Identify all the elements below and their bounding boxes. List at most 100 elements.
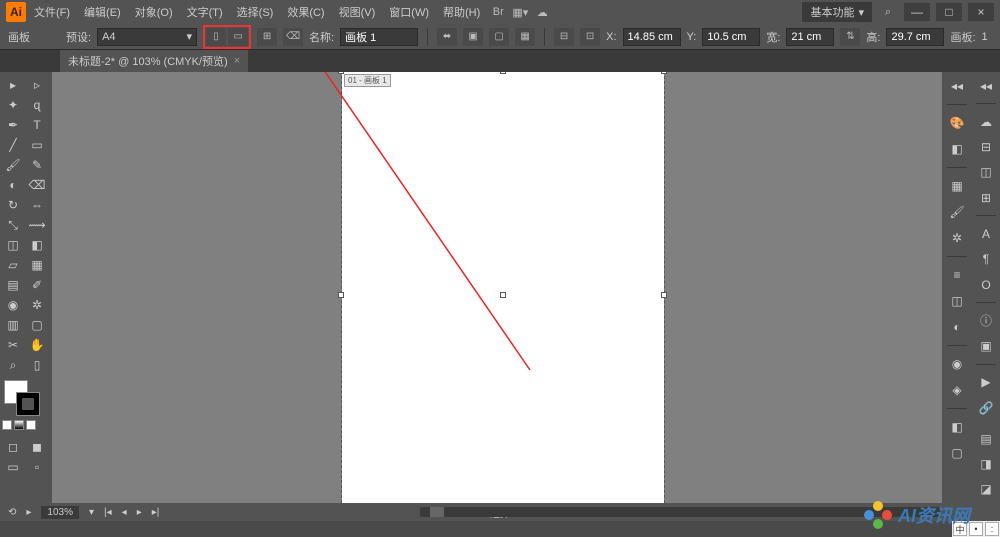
status-nav-icon[interactable]: ▸ [26,507,31,518]
paragraph-panel-icon[interactable]: ¶ [975,250,997,269]
align-icon-1[interactable]: ▣ [463,28,483,46]
gradient-tool-icon[interactable]: ▤ [2,276,24,294]
pathfinder-panel-icon[interactable]: ◫ [975,163,997,182]
symbol-sprayer-tool-icon[interactable]: ✲ [26,296,48,314]
artboard-nav-prev-icon[interactable]: ◂ [122,507,127,518]
ime-width-button[interactable]: : [985,522,999,536]
fill-stroke-swatch[interactable] [2,380,50,416]
print-tiling-tool-icon[interactable]: ▯ [26,356,48,374]
links-panel-icon[interactable]: 🔗 [975,398,997,417]
workspace-switcher[interactable]: 基本功能 ▾ [802,2,872,22]
stroke-panel-icon[interactable]: ≡ [946,265,968,285]
symbols-panel-icon[interactable]: ✲ [946,228,968,248]
expand-dock-icon[interactable]: ◂◂ [975,76,997,95]
layers-panel-icon[interactable]: ◧ [946,417,968,437]
reflect-tool-icon[interactable]: ⇔ [26,196,48,214]
height-input[interactable]: 29.7 cm [886,28,944,46]
brushes-panel-icon[interactable]: 🖌 [946,202,968,222]
menu-text[interactable]: 文字(T) [181,1,229,23]
ime-punct-button[interactable]: • [969,522,983,536]
artboard[interactable] [342,72,664,503]
stroke-swatch[interactable] [16,392,40,416]
horizontal-scrollbar[interactable] [420,507,940,517]
color-panel-icon[interactable]: 🎨 [946,113,968,133]
color-guide-panel-icon[interactable]: ◧ [946,139,968,159]
scrollbar-thumb[interactable] [430,507,444,517]
pencil-tool-icon[interactable]: ✎ [26,156,48,174]
gradient-mode-icon[interactable] [14,420,24,430]
shape-builder-tool-icon[interactable]: ◧ [26,236,48,254]
zoom-dropdown-icon[interactable]: ▾ [89,507,94,518]
transparency-panel-icon[interactable]: ◐ [946,317,968,337]
free-transform-tool-icon[interactable]: ◫ [2,236,24,254]
actions-panel-icon[interactable]: ▶ [975,373,997,392]
appearance-panel-icon[interactable]: ◉ [946,354,968,374]
selection-handle[interactable] [500,72,506,74]
opentype-panel-icon[interactable]: O [975,275,997,294]
width-input[interactable]: 21 cm [786,28,834,46]
delete-artboard-icon[interactable]: ⌫ [283,28,303,46]
artboard-nav-first-icon[interactable]: |◂ [104,507,112,518]
selection-handle[interactable] [661,292,667,298]
direct-selection-tool-icon[interactable]: ▹ [26,76,48,94]
align-icon-2[interactable]: ▢ [489,28,509,46]
artboard-name-input[interactable]: 画板 1 [340,28,418,46]
blob-brush-tool-icon[interactable]: ◐ [2,176,24,194]
bridge-icon[interactable]: Br [488,3,508,21]
menu-window[interactable]: 窗口(W) [383,1,435,23]
canvas-area[interactable]: 01 - 画板 1 [52,72,942,503]
orientation-portrait-icon[interactable]: ▯ [206,28,226,46]
reference-point-icon[interactable]: ⊡ [580,28,600,46]
color-mode-icon[interactable] [2,420,12,430]
width-tool-icon[interactable]: ⟿ [26,216,48,234]
libraries-panel-icon[interactable]: ☁ [975,112,997,131]
menu-effect[interactable]: 效果(C) [281,1,330,23]
expand-dock-icon[interactable]: ◂◂ [946,76,968,96]
tab-close-icon[interactable]: × [234,55,240,67]
draw-mode-normal-icon[interactable]: ◻ [2,438,24,456]
artboards-panel-icon[interactable]: ▢ [946,443,968,463]
extras-panel-icon[interactable]: ▤ [975,429,997,448]
scale-tool-icon[interactable]: ⤡ [2,216,24,234]
options-icon[interactable]: ⊟ [554,28,574,46]
change-screen-icon[interactable]: ▫ [26,458,48,476]
zoom-tool-icon[interactable]: ⌕ [2,356,24,374]
draw-mode-behind-icon[interactable]: ◼ [26,438,48,456]
artboard-nav-next-icon[interactable]: ▸ [137,507,142,518]
close-button[interactable]: × [968,3,994,21]
selection-handle[interactable] [338,292,344,298]
minimize-button[interactable]: — [904,3,930,21]
rotate-tool-icon[interactable]: ↻ [2,196,24,214]
menu-help[interactable]: 帮助(H) [437,1,486,23]
zoom-level[interactable]: 103% [41,506,79,519]
menu-object[interactable]: 对象(O) [129,1,179,23]
selection-handle[interactable] [500,292,506,298]
selection-handle[interactable] [661,72,667,74]
eraser-tool-icon[interactable]: ⌫ [26,176,48,194]
selection-handle[interactable] [338,72,344,74]
lasso-tool-icon[interactable]: ɋ [26,96,48,114]
arrange-icon[interactable]: ▦▾ [510,3,530,21]
new-artboard-icon[interactable]: ⊞ [257,28,277,46]
perspective-tool-icon[interactable]: ▱ [2,256,24,274]
maximize-button[interactable]: □ [936,3,962,21]
status-icon[interactable]: ⟲ [8,507,16,518]
orientation-landscape-icon[interactable]: ▭ [228,28,248,46]
blend-tool-icon[interactable]: ◉ [2,296,24,314]
menu-file[interactable]: 文件(F) [28,1,76,23]
graphic-styles-panel-icon[interactable]: ◈ [946,380,968,400]
screen-mode-icon[interactable]: ▭ [2,458,24,476]
link-wh-icon[interactable]: ⇅ [840,28,860,46]
artboard-nav-last-icon[interactable]: ▸| [152,507,160,518]
info-panel-icon[interactable]: ⓘ [975,311,997,330]
menu-select[interactable]: 选择(S) [231,1,280,23]
type-tool-icon[interactable]: T [26,116,48,134]
swatches-panel-icon[interactable]: ▦ [946,176,968,196]
move-artwork-icon[interactable]: ⬌ [437,28,457,46]
menu-edit[interactable]: 编辑(E) [78,1,127,23]
preset-select[interactable]: A4▾ [97,28,197,46]
none-mode-icon[interactable] [26,420,36,430]
document-tab[interactable]: 未标题-2* @ 103% (CMYK/预览) × [60,50,248,72]
align-icon-3[interactable]: ▦ [515,28,535,46]
eyedropper-tool-icon[interactable]: ✐ [26,276,48,294]
